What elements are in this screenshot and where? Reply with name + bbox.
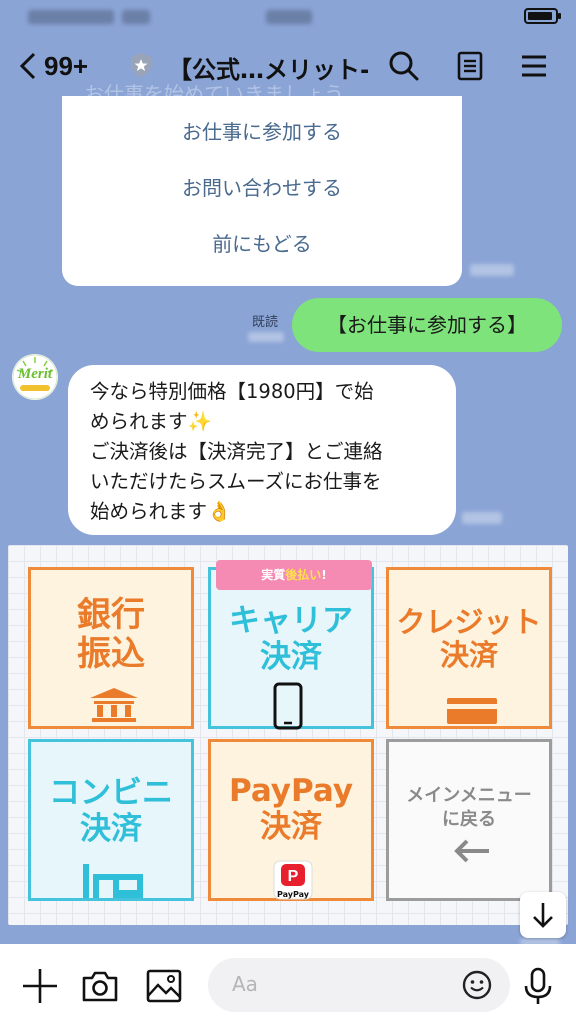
- tile-label-line1: コンビニ: [49, 775, 173, 811]
- tile-label-line2: 決済: [439, 638, 498, 673]
- notes-icon[interactable]: [454, 50, 486, 82]
- message-input[interactable]: Aa: [208, 958, 510, 1012]
- message-line: ご決済後は【決済完了】とご連絡: [90, 440, 383, 463]
- battery-icon: [524, 8, 561, 24]
- status-blurred-time: [28, 10, 114, 24]
- chat-header: お仕事を始めていきましょう 99+ 【公式…メリット-: [0, 38, 576, 106]
- camera-icon[interactable]: [80, 966, 120, 1006]
- tile-label-line1: キャリア: [229, 603, 353, 639]
- quick-menu-card: お仕事に参加する お問い合わせする 前にもどる: [62, 96, 462, 286]
- ribbon-emphasis: 後払い: [285, 568, 322, 582]
- ribbon-suffix: !: [321, 568, 327, 582]
- tile-main-menu[interactable]: メインメニュー に戻る: [386, 739, 552, 901]
- tile-label-line1: クレジット: [396, 605, 542, 639]
- tile-label: 銀行 振込: [31, 595, 191, 675]
- smartphone-icon: [273, 682, 303, 730]
- menu-item-inquiry[interactable]: お問い合わせする: [62, 160, 462, 216]
- chevron-left-icon: [19, 52, 36, 80]
- menu-item-join-work[interactable]: お仕事に参加する: [62, 104, 462, 160]
- plus-icon[interactable]: [20, 966, 60, 1006]
- avatar[interactable]: Merit: [12, 354, 58, 400]
- avatar-logo-text: Merit: [17, 366, 53, 382]
- unread-count: 99+: [44, 50, 89, 81]
- blurred-timestamp: [248, 332, 284, 342]
- official-shield-icon: [131, 53, 151, 77]
- microphone-icon[interactable]: [518, 966, 558, 1006]
- tile-label-line2: 決済: [260, 808, 322, 845]
- arrow-down-icon: [533, 903, 553, 928]
- tile-carrier-billing[interactable]: キャリア 決済: [208, 567, 374, 730]
- tile-label-line2: に戻る: [442, 809, 496, 831]
- credit-card-icon: [447, 698, 497, 724]
- tile-label-line1: 銀行: [77, 595, 145, 635]
- status-blurred-center: [266, 10, 312, 24]
- tile-label-line2: 決済: [80, 810, 142, 847]
- deferred-payment-ribbon: 実質後払い!: [216, 560, 372, 590]
- paypay-badge-text: PayPay: [276, 890, 310, 899]
- blurred-timestamp: [462, 512, 502, 524]
- tile-label-line1: メインメニュー: [406, 785, 532, 806]
- message-line: 始められます👌: [90, 500, 232, 523]
- tile-label: PayPay 決済: [211, 773, 371, 845]
- tile-label-line2: 決済: [260, 638, 322, 675]
- scroll-to-bottom-button[interactable]: [520, 892, 566, 938]
- tile-label: コンビニ 決済: [31, 775, 191, 847]
- read-receipt: 既読: [252, 315, 279, 330]
- svg-text:P: P: [288, 868, 299, 885]
- tile-credit-card[interactable]: クレジット 決済: [386, 567, 552, 729]
- tile-label: メインメニュー に戻る: [389, 784, 549, 833]
- message-line: いただけたらスムーズにお仕事を: [90, 470, 382, 493]
- ribbon-prefix: 実質: [261, 568, 286, 582]
- sent-message-bubble[interactable]: 【お仕事に参加する】: [292, 298, 562, 352]
- message-line: められます✨: [90, 410, 212, 433]
- received-message-bubble[interactable]: 今なら特別価格【1980円】で始 められます✨ ご決済後は【決済完了】とご連絡 …: [68, 365, 456, 535]
- tile-label-line2: 振込: [77, 634, 145, 675]
- tile-label: キャリア 決済: [211, 603, 371, 675]
- status-bar: [0, 0, 576, 34]
- search-icon[interactable]: [388, 50, 420, 82]
- tile-convenience-store[interactable]: コンビニ 決済: [28, 739, 194, 901]
- menu-item-go-back[interactable]: 前にもどる: [62, 216, 462, 272]
- tile-label: クレジット 決済: [389, 605, 549, 673]
- arrow-left-icon: [454, 839, 489, 863]
- status-blurred-icon: [122, 10, 150, 24]
- image-icon[interactable]: [144, 966, 184, 1006]
- blurred-timestamp: [470, 264, 514, 276]
- bank-icon: [90, 688, 138, 722]
- menu-icon[interactable]: [518, 50, 550, 82]
- emoji-icon[interactable]: [462, 970, 492, 1000]
- tile-paypay[interactable]: PayPay 決済 P PayPay: [208, 739, 374, 901]
- back-button[interactable]: 99+: [18, 48, 88, 84]
- tile-label-line1: PayPay: [228, 773, 354, 809]
- message-input-placeholder: Aa: [232, 972, 258, 996]
- tile-bank-transfer[interactable]: 銀行 振込: [28, 567, 194, 729]
- chat-title: 【公式…メリット-: [168, 56, 368, 84]
- message-line: 今なら特別価格【1980円】で始: [90, 380, 374, 403]
- convenience-store-icon: [83, 864, 143, 898]
